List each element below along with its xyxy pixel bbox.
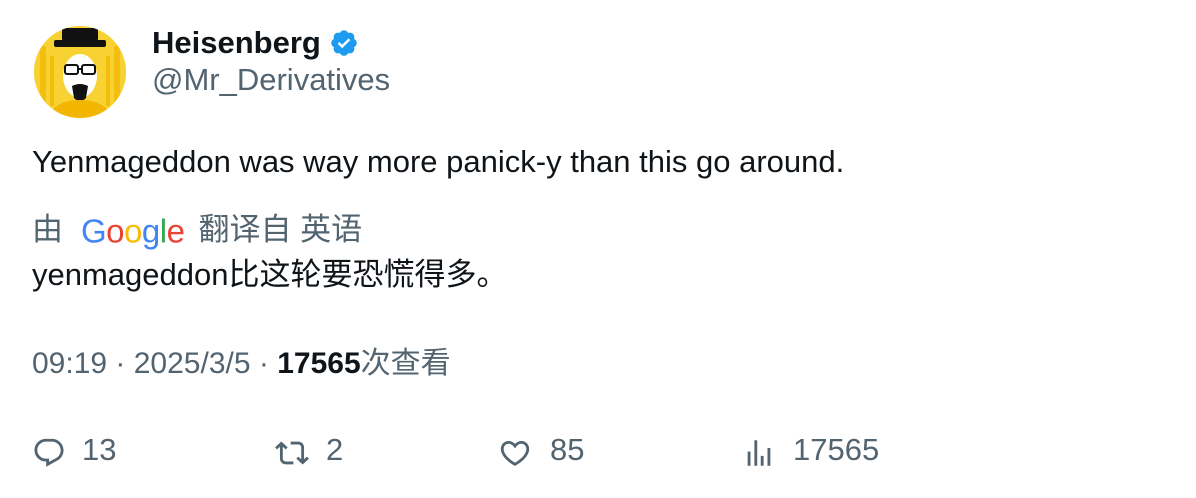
like-button[interactable]: 85 [498, 428, 678, 476]
reply-icon [34, 438, 64, 467]
avatar[interactable] [34, 26, 126, 118]
heisenberg-avatar-icon [34, 26, 126, 118]
translated-text: yenmageddon比这轮要恐慌得多。 [32, 257, 508, 292]
tweet-date[interactable]: 2025/3/5 [134, 347, 251, 380]
tweet-meta: 09:19 · 2025/3/5 · 17565次查看 [32, 344, 451, 384]
tweet-time[interactable]: 09:19 [32, 347, 107, 380]
views-count: 17565 [277, 347, 361, 380]
meta-separator: · [107, 347, 134, 380]
retweet-count: 2 [326, 432, 344, 467]
heart-icon [500, 440, 530, 466]
views-button[interactable]: 17565 [742, 428, 942, 476]
author-info: Heisenberg @Mr_Derivatives [152, 26, 390, 98]
display-name[interactable]: Heisenberg [152, 26, 321, 60]
retweet-button[interactable]: 2 [274, 428, 454, 476]
google-logo: Google [81, 211, 185, 249]
translation-by-label: 由 [32, 211, 63, 247]
retweet-icon [275, 441, 309, 465]
reply-button[interactable]: 13 [32, 428, 212, 476]
tweet-text: Yenmageddon was way more panick-y than t… [32, 144, 845, 179]
author-handle[interactable]: @Mr_Derivatives [152, 62, 390, 98]
views-action-count: 17565 [793, 432, 880, 467]
views-label: 次查看 [360, 347, 451, 380]
translation-from-label: 翻译自 英语 [198, 211, 363, 247]
action-bar: 13 2 85 17565 [0, 428, 1196, 478]
analytics-icon [747, 440, 771, 466]
like-count: 85 [550, 432, 585, 467]
verified-badge-icon[interactable] [329, 28, 359, 58]
meta-separator: · [250, 347, 278, 380]
reply-count: 13 [82, 432, 117, 467]
translation-attribution[interactable]: 由 Google 翻译自 英语 [32, 208, 362, 251]
